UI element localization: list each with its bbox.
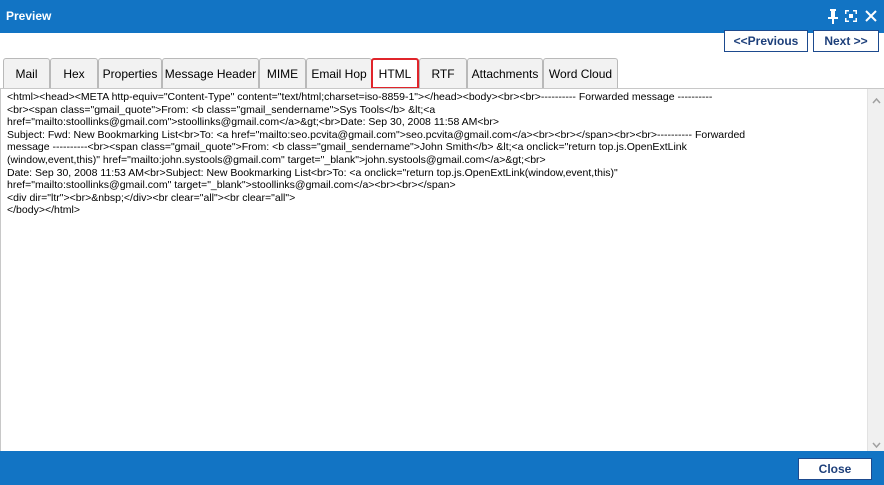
maximize-icon[interactable] <box>844 8 858 24</box>
tab-properties[interactable]: Properties <box>98 58 162 88</box>
window-title: Preview <box>6 9 52 23</box>
close-button[interactable]: Close <box>798 458 872 480</box>
vertical-scrollbar[interactable] <box>867 89 884 451</box>
tab-mime[interactable]: MIME <box>259 58 306 88</box>
bottom-bar: Close <box>0 451 884 485</box>
tab-mail[interactable]: Mail <box>3 58 50 88</box>
previous-button[interactable]: <<Previous <box>724 30 808 52</box>
pin-icon[interactable] <box>826 8 840 24</box>
html-source-line: <html><head><META http-equiv="Content-Ty… <box>7 91 713 103</box>
html-source-line: <div dir="ltr"><br>&nbsp;</div><br clear… <box>7 191 296 204</box>
html-source-line: </body></html> <box>7 204 80 217</box>
scroll-up-icon[interactable] <box>872 94 881 104</box>
html-source-line: Date: Sep 30, 2008 11:53 AM<br>Subject: … <box>7 166 618 179</box>
close-icon[interactable] <box>864 8 878 24</box>
tab-word-cloud[interactable]: Word Cloud <box>543 58 618 88</box>
html-source-line: href="mailto:stoollinks@gmail.com" targe… <box>7 179 456 192</box>
html-source-line: (window,event,this)" href="mailto:john.s… <box>7 153 546 166</box>
html-source-view[interactable]: <html><head><META http-equiv="Content-Ty… <box>0 89 868 451</box>
tab-hex[interactable]: Hex <box>50 58 98 88</box>
html-source-line: Subject: Fwd: New Bookmarking List<br>To… <box>7 128 746 141</box>
html-source-line: href="mailto:stoollinks@gmail.com">stool… <box>7 116 499 129</box>
tab-attachments[interactable]: Attachments <box>467 58 543 88</box>
preview-tabs: Mail Hex Properties Message Header MIME … <box>0 58 884 89</box>
scroll-down-icon[interactable] <box>872 438 881 449</box>
tab-email-hop[interactable]: Email Hop <box>306 58 372 88</box>
tab-message-header[interactable]: Message Header <box>162 58 259 88</box>
tab-html[interactable]: HTML <box>371 58 419 89</box>
next-button[interactable]: Next >> <box>813 30 879 52</box>
html-source-line: <br><span class="gmail_quote">From: <b c… <box>7 103 436 116</box>
html-source-line: message ----------<br><span class="gmail… <box>7 141 687 154</box>
html-source-text: <html><head><META http-equiv="Content-Ty… <box>1 89 868 219</box>
tab-rtf[interactable]: RTF <box>419 58 467 88</box>
preview-title-bar: Preview <box>0 0 884 33</box>
